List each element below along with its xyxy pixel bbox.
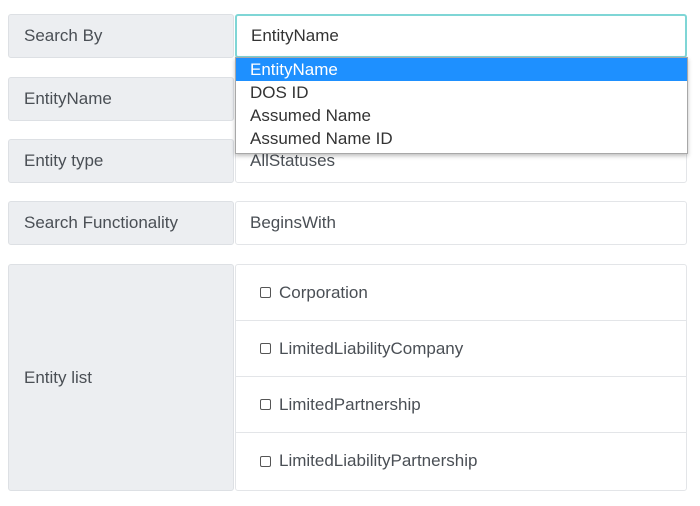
checkbox-lp[interactable] <box>260 399 271 410</box>
entity-name-label: EntityName <box>8 77 234 121</box>
search-by-label: Search By <box>8 14 234 58</box>
option-entity-name[interactable]: EntityName <box>236 58 687 81</box>
entity-list-item-label: LimitedLiabilityPartnership <box>279 451 478 470</box>
entity-list-label-text: Entity list <box>24 367 93 387</box>
entity-type-label-text: Entity type <box>24 151 104 170</box>
entity-name-label-text: EntityName <box>24 89 112 108</box>
entity-list-item-lp[interactable]: LimitedPartnership <box>236 377 686 433</box>
search-by-select[interactable]: EntityName <box>235 14 687 58</box>
entity-list-item-label: LimitedPartnership <box>279 394 421 414</box>
option-assumed-name-id[interactable]: Assumed Name ID <box>236 127 687 150</box>
search-by-selected-value: EntityName <box>251 26 339 45</box>
entity-list: Corporation LimitedLiabilityCompany Limi… <box>235 264 687 491</box>
checkbox-llp[interactable] <box>260 455 271 467</box>
entity-list-item-corporation[interactable]: Corporation <box>236 265 686 321</box>
search-functionality-value: BeginsWith <box>250 213 336 232</box>
search-by-dropdown: EntityName DOS ID Assumed Name Assumed N… <box>235 57 688 154</box>
search-functionality-label: Search Functionality <box>8 201 234 245</box>
entity-type-value: AllStatuses <box>250 151 336 170</box>
entity-type-label: Entity type <box>8 139 234 183</box>
entity-list-item-llc[interactable]: LimitedLiabilityCompany <box>236 321 686 377</box>
entity-list-item-label: LimitedLiabilityCompany <box>279 338 464 358</box>
option-assumed-name[interactable]: Assumed Name <box>236 104 687 127</box>
entity-list-item-llp[interactable]: LimitedLiabilityPartnership <box>236 433 686 489</box>
checkbox-corporation[interactable] <box>260 287 271 298</box>
search-functionality-label-text: Search Functionality <box>24 213 179 232</box>
search-functionality-select[interactable]: BeginsWith <box>235 201 687 245</box>
option-dos-id[interactable]: DOS ID <box>236 81 687 104</box>
search-by-label-text: Search By <box>24 26 103 45</box>
checkbox-llc[interactable] <box>260 343 271 354</box>
entity-list-label: Entity list <box>8 264 234 491</box>
entity-list-item-label: Corporation <box>279 282 368 302</box>
